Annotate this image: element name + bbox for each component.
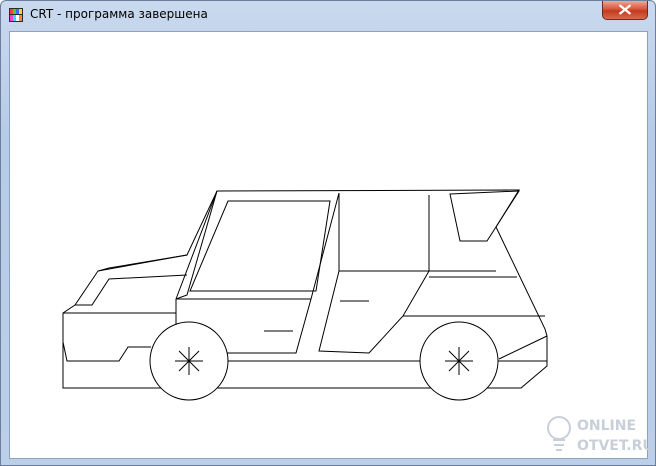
watermark-line2: OTVET.RU: [577, 438, 651, 454]
crt-app-icon: [9, 8, 23, 22]
canvas-area: [9, 31, 648, 459]
close-button[interactable]: [602, 1, 648, 20]
rear-bumper: [498, 335, 548, 360]
rear-wheel: [419, 321, 499, 401]
car-hood-line: [97, 254, 188, 272]
lightbulb-icon: [547, 416, 571, 451]
app-window: CRT - программа завершена ONLINE OTVET.R…: [0, 0, 656, 466]
front-wheel: [149, 321, 229, 401]
rear-quarter-window: [449, 190, 520, 242]
title-bar[interactable]: CRT - программа завершена: [1, 1, 655, 29]
watermark-line1: ONLINE: [577, 418, 636, 434]
car-a-pillar: [175, 190, 218, 300]
rear-window: [338, 193, 430, 272]
watermark: ONLINE OTVET.RU: [547, 416, 651, 454]
close-x-icon: [619, 4, 631, 15]
car-drawing: [62, 189, 548, 401]
car-front-grille: [62, 341, 151, 362]
front-window: [189, 200, 331, 292]
window-title: CRT - программа завершена: [30, 7, 208, 21]
